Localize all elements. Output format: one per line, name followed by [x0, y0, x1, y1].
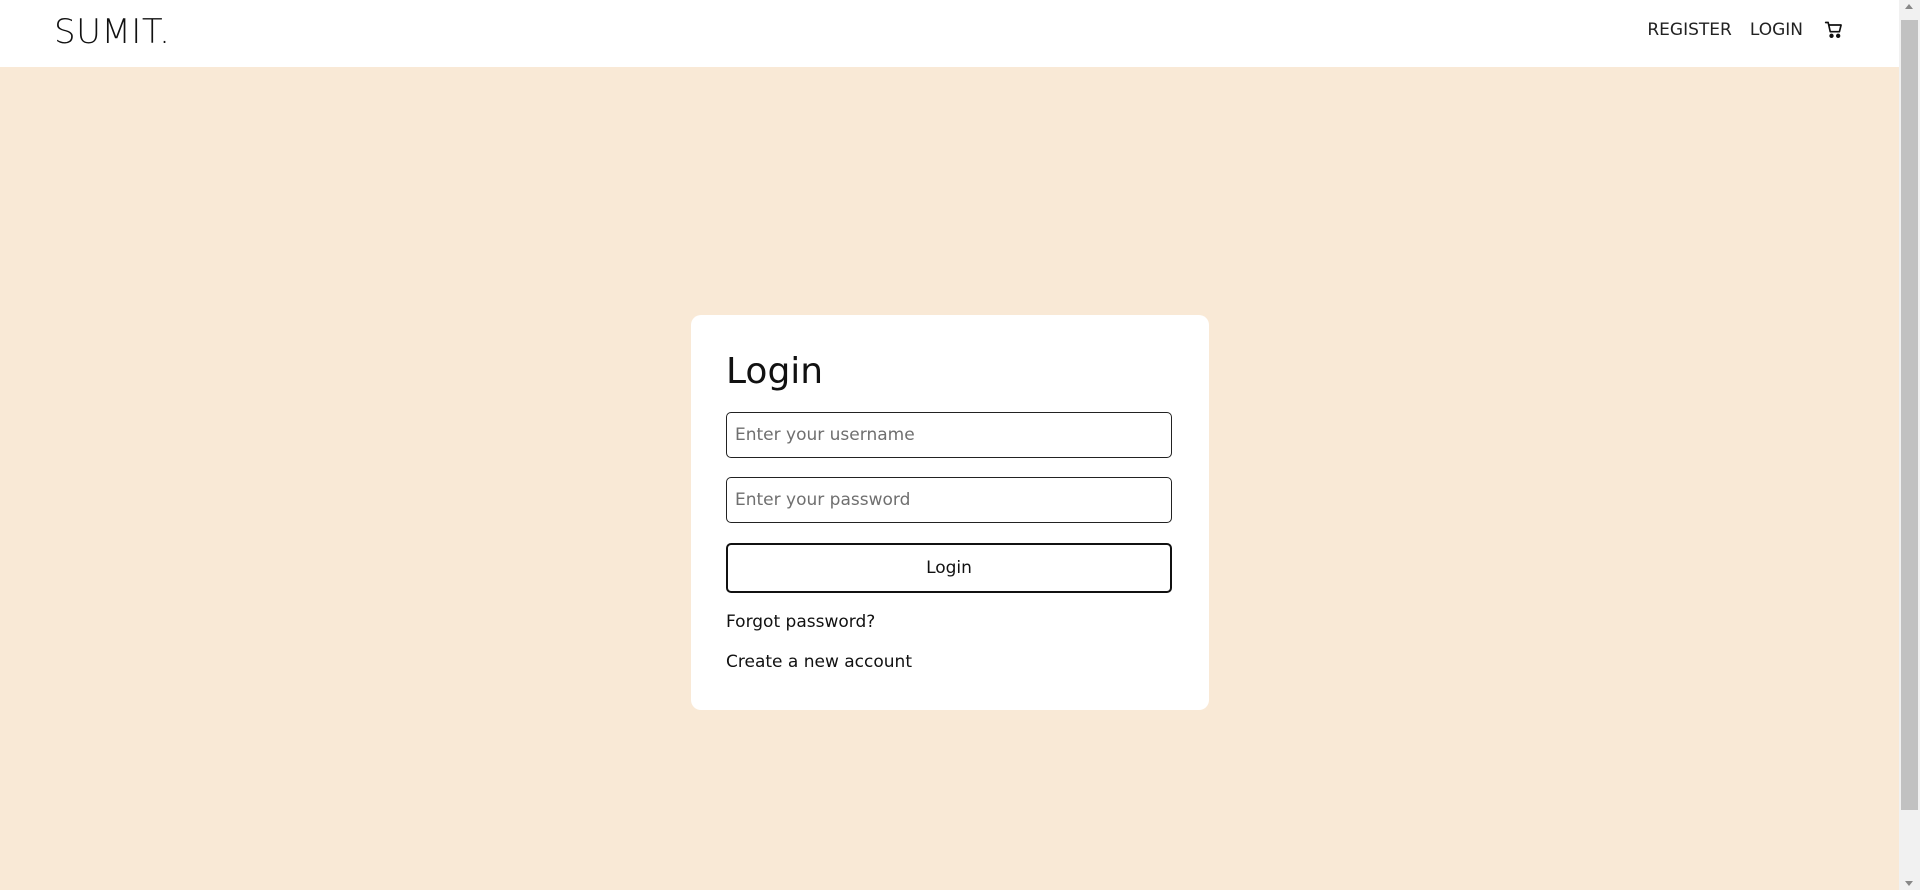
login-button[interactable]: Login — [726, 543, 1172, 593]
nav-register-link[interactable]: REGISTER — [1647, 20, 1731, 40]
login-card: Login Login Forgot password? Create a ne… — [691, 315, 1209, 710]
top-navbar: SUMIT. REGISTER LOGIN — [0, 0, 1899, 67]
nav-login-link[interactable]: LOGIN — [1750, 20, 1803, 40]
scrollbar-thumb[interactable] — [1901, 20, 1918, 810]
create-account-link[interactable]: Create a new account — [726, 652, 912, 672]
nav-links: REGISTER LOGIN — [1647, 19, 1845, 41]
password-input[interactable] — [726, 477, 1172, 523]
scroll-up-arrow-icon[interactable] — [1905, 4, 1913, 9]
username-input[interactable] — [726, 412, 1172, 458]
login-title: Login — [726, 351, 824, 392]
page-background: SUMIT. REGISTER LOGIN Login Login Forgot… — [0, 0, 1920, 890]
scroll-down-arrow-icon[interactable] — [1905, 881, 1913, 886]
vertical-scrollbar[interactable] — [1899, 0, 1920, 890]
cart-icon[interactable] — [1823, 19, 1845, 41]
forgot-password-link[interactable]: Forgot password? — [726, 612, 875, 632]
brand-logo[interactable]: SUMIT. — [54, 12, 170, 52]
